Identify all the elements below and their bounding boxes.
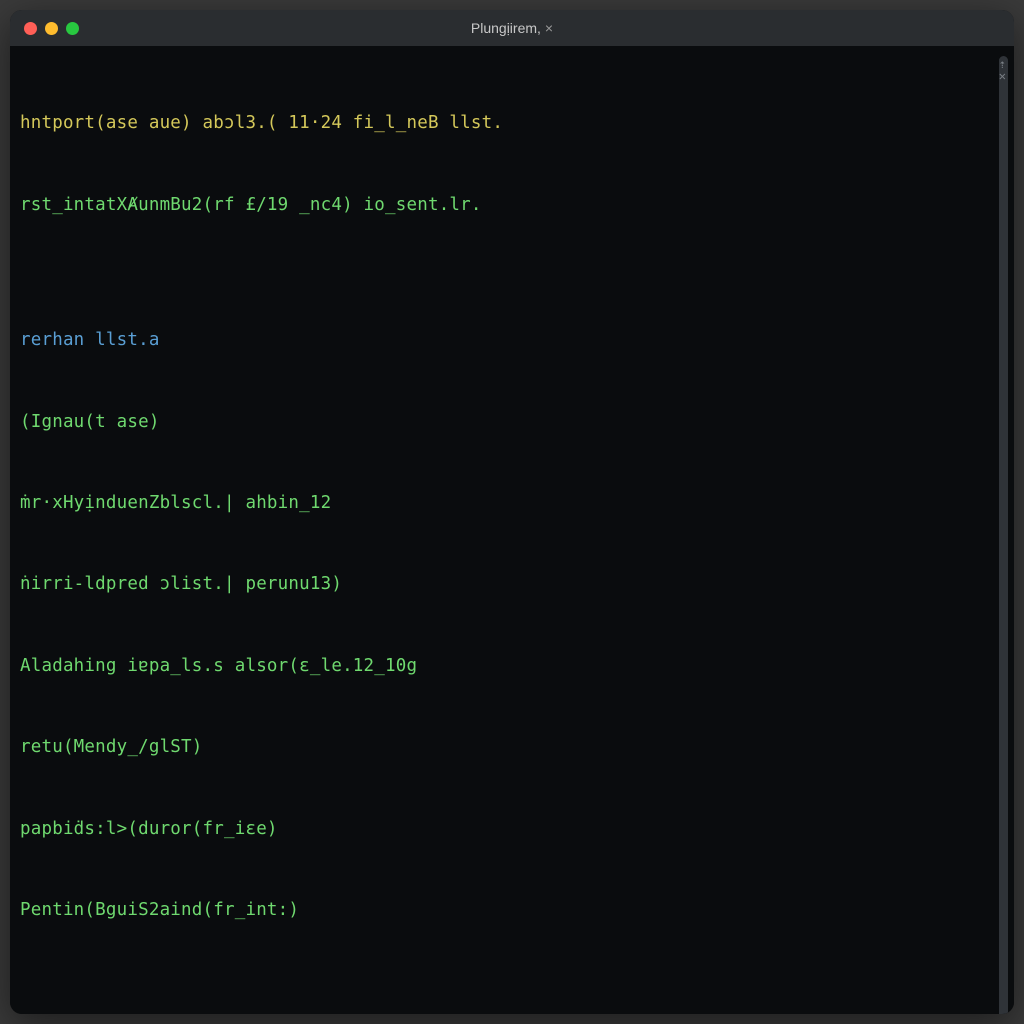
terminal-line: (Ignau(t ase) <box>20 409 995 436</box>
scroll-indicator-icon: ⇡ ✕ <box>999 58 1006 82</box>
terminal-line: ṅirri-ldpred ɔlist.| perunu13) <box>20 571 995 598</box>
close-window-button[interactable] <box>24 22 37 35</box>
scrollbar-thumb[interactable] <box>999 56 1008 1014</box>
terminal-line: retu(Mendy_/glST) <box>20 734 995 761</box>
terminal-content[interactable]: hntport(ase aue) abɔl3.( 11·24 fi_l_neB … <box>20 56 995 1014</box>
terminal-line: Pentin(BguiS2aind(fr_int:) <box>20 897 995 924</box>
terminal-line: ṁr·xHyịnduenZblscl.| ahbin_12 <box>20 490 995 517</box>
terminal-line: Aladahing iɐpa_ls.s alsor(ɛ_le.12_10g <box>20 653 995 680</box>
traffic-lights <box>10 22 79 35</box>
minimize-window-button[interactable] <box>45 22 58 35</box>
terminal-line: rst_intatXȺunmBu2(rf £/19 _nc4) io_sent.… <box>20 192 995 219</box>
maximize-window-button[interactable] <box>66 22 79 35</box>
tab-close-icon[interactable]: × <box>545 20 553 36</box>
terminal-line: rerhan llst.a <box>20 327 995 354</box>
titlebar[interactable]: Plungịirem,× <box>10 10 1014 46</box>
scrollbar[interactable]: ⇡ ✕ <box>999 56 1008 1014</box>
terminal-line: hntport(ase aue) abɔl3.( 11·24 fi_l_neB … <box>20 110 995 137</box>
terminal-window: Plungịirem,× hntport(ase aue) abɔl3.( 11… <box>10 10 1014 1014</box>
window-title-text: Plungịirem, <box>471 20 541 36</box>
terminal-body[interactable]: hntport(ase aue) abɔl3.( 11·24 fi_l_neB … <box>10 46 1014 1014</box>
window-title: Plungịirem,× <box>10 20 1014 36</box>
terminal-line: papbiḋs:l>(duror(fr_iɛe) <box>20 816 995 843</box>
